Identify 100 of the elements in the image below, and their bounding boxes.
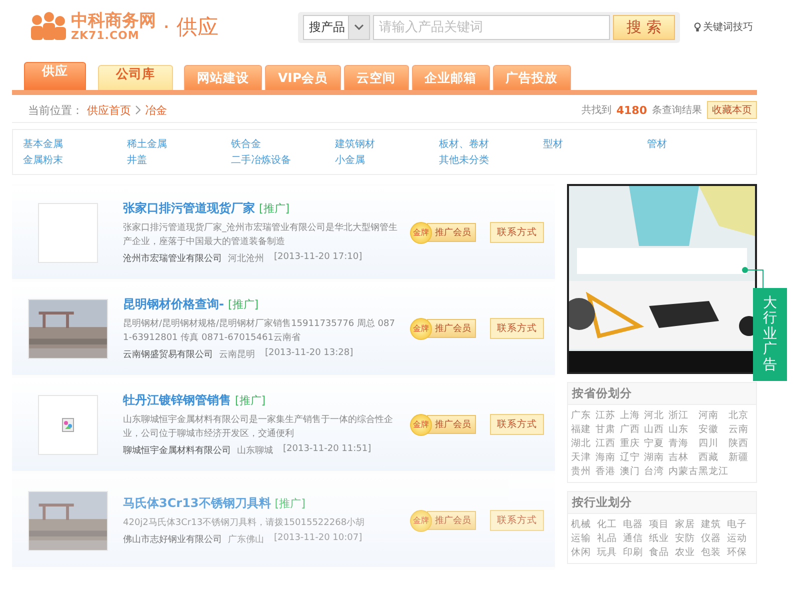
filter-link[interactable]: 广西: [620, 423, 644, 436]
filter-link[interactable]: 仪器: [701, 532, 727, 545]
filter-link[interactable]: 玩具: [597, 546, 623, 559]
filter-link[interactable]: 黑龙江: [698, 465, 729, 478]
filter-link[interactable]: 台湾: [644, 465, 669, 478]
category-link[interactable]: 板材、卷材: [439, 137, 543, 151]
search-scope-dropdown[interactable]: 搜产品: [303, 14, 370, 40]
filter-link[interactable]: 化工: [597, 518, 623, 531]
filter-link[interactable]: 云南: [728, 423, 753, 436]
search-button[interactable]: 搜 索: [613, 14, 675, 40]
filter-link[interactable]: 宁夏: [644, 437, 669, 450]
filter-link[interactable]: 包装: [701, 546, 727, 559]
category-link[interactable]: 小金属: [335, 153, 439, 167]
company-name[interactable]: 聊城恒宇金属材料有限公司: [123, 444, 231, 457]
nav-tab[interactable]: 企业邮箱: [412, 65, 490, 90]
caret-icon: [354, 24, 364, 30]
category-link[interactable]: 管材: [647, 137, 751, 151]
filter-link[interactable]: 运动: [727, 532, 753, 545]
listing-title[interactable]: 马氏体3Cr13不锈钢刀具料: [123, 495, 271, 512]
filter-link[interactable]: 澳门: [620, 465, 644, 478]
filter-link[interactable]: 印刷: [623, 546, 649, 559]
promo-tag: [推广]: [235, 393, 266, 408]
category-link[interactable]: 建筑钢材: [335, 137, 439, 151]
filter-link[interactable]: 项目: [649, 518, 675, 531]
filter-link[interactable]: 家居: [675, 518, 701, 531]
filter-link[interactable]: 安防: [675, 532, 701, 545]
filter-link[interactable]: 山东: [668, 423, 699, 436]
category-link[interactable]: 金属粉末: [23, 153, 127, 167]
filter-link[interactable]: 机械: [571, 518, 597, 531]
location: 云南昆明: [219, 348, 255, 361]
filter-link[interactable]: 食品: [649, 546, 675, 559]
category-link[interactable]: 二手冶炼设备: [231, 153, 335, 167]
filter-link[interactable]: 通信: [623, 532, 649, 545]
filter-link[interactable]: 青海: [668, 437, 699, 450]
nav-tab[interactable]: 公司库: [98, 65, 173, 90]
filter-link[interactable]: 农业: [675, 546, 701, 559]
category-link[interactable]: 井盖: [127, 153, 231, 167]
filter-link[interactable]: 甘肃: [595, 423, 620, 436]
filter-link[interactable]: 重庆: [620, 437, 644, 450]
filter-link[interactable]: 广东: [571, 409, 596, 422]
bookmark-button[interactable]: 收藏本页: [707, 101, 757, 119]
contact-button[interactable]: 联系方式: [490, 222, 544, 243]
filter-link[interactable]: 纸业: [649, 532, 675, 545]
filter-link[interactable]: 新疆: [728, 451, 753, 464]
filter-link[interactable]: 江苏: [595, 409, 620, 422]
filter-link[interactable]: 辽宁: [620, 451, 644, 464]
nav-tab[interactable]: 供应: [24, 62, 86, 90]
bulb-icon: [694, 22, 701, 32]
filter-link[interactable]: 电子: [727, 518, 753, 531]
listing-title[interactable]: 张家口排污管道现货厂家: [123, 200, 255, 217]
company-name[interactable]: 云南钢盛贸易有限公司: [123, 348, 213, 361]
filter-link[interactable]: 休闲: [571, 546, 597, 559]
nav-tab[interactable]: VIP会员: [265, 65, 340, 90]
filter-link[interactable]: 西藏: [698, 451, 729, 464]
contact-button[interactable]: 联系方式: [490, 318, 544, 339]
filter-link[interactable]: 香港: [595, 465, 620, 478]
ad-tab[interactable]: 大行业广告: [753, 288, 787, 381]
filter-link[interactable]: 四川: [698, 437, 729, 450]
filter-link[interactable]: 建筑: [701, 518, 727, 531]
filter-link[interactable]: 福建: [571, 423, 596, 436]
category-link[interactable]: 型材: [543, 137, 647, 151]
category-link[interactable]: 铁合金: [231, 137, 335, 151]
filter-link[interactable]: 天津: [571, 451, 596, 464]
filter-link[interactable]: 安徽: [698, 423, 729, 436]
filter-link[interactable]: 湖南: [644, 451, 669, 464]
category-link[interactable]: 其他未分类: [439, 153, 543, 167]
filter-link[interactable]: 内蒙古: [668, 465, 699, 478]
filter-link[interactable]: 运输: [571, 532, 597, 545]
filter-link[interactable]: 浙江: [668, 409, 699, 422]
category-link[interactable]: 稀土金属: [127, 137, 231, 151]
nav-tab[interactable]: 云空间: [344, 65, 408, 90]
filter-link[interactable]: 贵州: [571, 465, 596, 478]
filter-link[interactable]: 河北: [644, 409, 669, 422]
filter-link[interactable]: 陕西: [728, 437, 753, 450]
listing-title[interactable]: 昆明钢材价格查询-: [123, 296, 224, 313]
filter-link[interactable]: 山西: [644, 423, 669, 436]
listing-title[interactable]: 牡丹江镀锌钢管销售: [123, 392, 231, 409]
filter-link[interactable]: 海南: [595, 451, 620, 464]
company-name[interactable]: 沧州市宏瑞管业有限公司: [123, 252, 222, 265]
filter-link[interactable]: 礼品: [597, 532, 623, 545]
nav-tab[interactable]: 网站建设: [184, 65, 262, 90]
filter-link[interactable]: 北京: [728, 409, 753, 422]
contact-button[interactable]: 联系方式: [490, 510, 544, 531]
promo-tag: [推广]: [274, 496, 306, 511]
nav-tab[interactable]: 广告投放: [492, 65, 570, 90]
search-field[interactable]: 请输入产品关键词: [373, 14, 610, 40]
filter-link[interactable]: 电器: [623, 518, 649, 531]
contact-button[interactable]: 联系方式: [490, 414, 544, 435]
category-link[interactable]: 基本金属: [23, 137, 127, 151]
company-name[interactable]: 佛山市志好钢业有限公司: [123, 533, 222, 546]
breadcrumb-link[interactable]: 冶金: [145, 102, 167, 118]
filter-link[interactable]: 江西: [595, 437, 620, 450]
promo-tag: [推广]: [228, 297, 259, 312]
keyword-tips-link[interactable]: 关键词技巧: [703, 20, 753, 34]
filter-link[interactable]: 湖北: [571, 437, 596, 450]
filter-link[interactable]: 吉林: [668, 451, 699, 464]
breadcrumb-link[interactable]: 供应首页: [87, 102, 131, 118]
filter-link[interactable]: 上海: [620, 409, 644, 422]
filter-link[interactable]: 河南: [698, 409, 729, 422]
filter-link[interactable]: 环保: [727, 546, 753, 559]
